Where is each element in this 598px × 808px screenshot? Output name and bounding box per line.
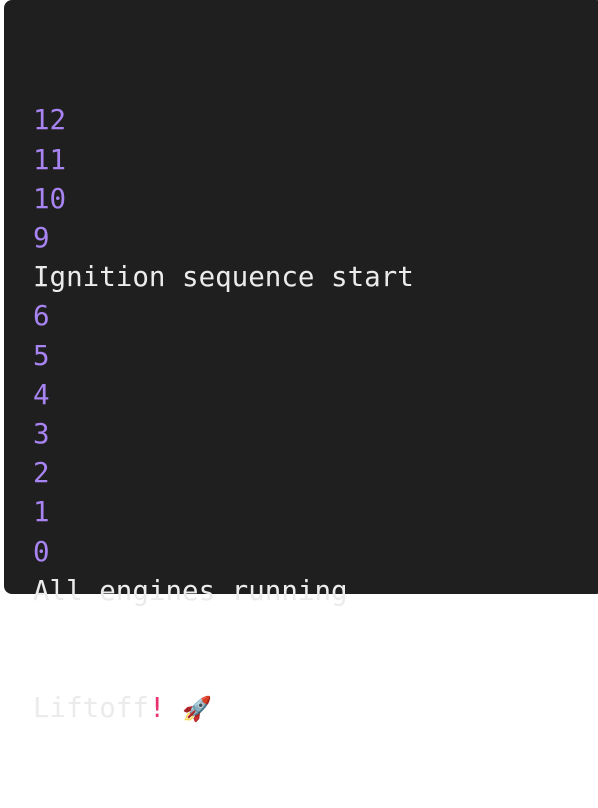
exclamation-mark: ! — [148, 692, 166, 725]
rocket-icon: 🚀 — [182, 695, 212, 724]
console-line-number: 2 — [33, 457, 50, 490]
console-line-number: 3 — [33, 418, 50, 451]
console-output-panel: 12 11 10 9 Ignition sequence start 6 5 4 3 2 1 0 All… — [4, 0, 598, 724]
console-line-number: 10 — [33, 182, 67, 215]
console-line-number: 5 — [33, 339, 50, 372]
console-line-number: 11 — [33, 143, 67, 176]
console-line-liftoff: Liftoff! 🚀 — [33, 689, 414, 729]
console-output: 12 11 10 9 Ignition sequence start 6 5 4 3 2 1 0 All… — [33, 23, 414, 808]
liftoff-text: Liftoff — [33, 692, 149, 725]
console-line-number: 4 — [33, 378, 50, 411]
console-line-number: 6 — [33, 300, 50, 333]
console-line-number: 9 — [33, 222, 50, 255]
console-line-number: 1 — [33, 496, 50, 529]
console-line-text: Ignition sequence start — [33, 261, 414, 294]
console-line-text: All engines running — [33, 574, 348, 607]
console-line-number: 0 — [33, 535, 50, 568]
console-line-number: 12 — [33, 104, 67, 137]
